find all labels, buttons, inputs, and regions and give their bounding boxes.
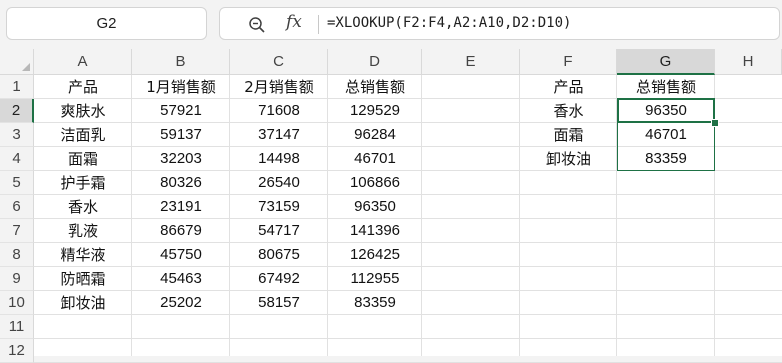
cell-b6[interactable]: 23191 [132, 195, 230, 219]
cell-a2[interactable]: 爽肤水 [34, 99, 132, 123]
formula-separator [318, 15, 319, 34]
cell-c1[interactable]: 2月销售额 [230, 75, 328, 99]
row-header-11[interactable]: 11 [0, 315, 34, 339]
cell-d3[interactable]: 96284 [328, 123, 422, 147]
cell-f2[interactable]: 香水 [520, 99, 617, 123]
cell-b8[interactable]: 45750 [132, 243, 230, 267]
formula-input[interactable]: fx =XLOOKUP(F2:F4,A2:A10,D2:D10) [219, 7, 780, 40]
cell-c10[interactable]: 58157 [230, 291, 328, 315]
column-header-c[interactable]: C [230, 49, 328, 75]
select-all-corner[interactable] [0, 49, 34, 75]
cell-a7[interactable]: 乳液 [34, 219, 132, 243]
spreadsheet-grid: A B C D E F G H 1 2 3 4 5 6 7 8 9 10 11 12 产品 1月销售额 2月销售额 总销售额爽… [0, 49, 782, 363]
cell-a4[interactable]: 面霜 [34, 147, 132, 171]
row-header-5[interactable]: 5 [0, 171, 34, 195]
column-header-f[interactable]: F [520, 49, 617, 75]
column-header-b[interactable]: B [132, 49, 230, 75]
active-cell-border [617, 98, 715, 123]
fill-handle[interactable] [711, 119, 719, 127]
column-header-g[interactable]: G [617, 49, 715, 75]
formula-bar: G2 fx =XLOOKUP(F2:F4,A2:A10,D2:D10) [0, 0, 782, 48]
cell-d9[interactable]: 112955 [328, 267, 422, 291]
cell-b1[interactable]: 1月销售额 [132, 75, 230, 99]
cell-b7[interactable]: 86679 [132, 219, 230, 243]
row-header-10[interactable]: 10 [0, 291, 34, 315]
cell-a3[interactable]: 洁面乳 [34, 123, 132, 147]
cell-d10[interactable]: 83359 [328, 291, 422, 315]
cell-c8[interactable]: 80675 [230, 243, 328, 267]
grid-row-line [34, 338, 782, 339]
row-header-1[interactable]: 1 [0, 75, 34, 99]
row-header-7[interactable]: 7 [0, 219, 34, 243]
cell-d8[interactable]: 126425 [328, 243, 422, 267]
fx-icon[interactable]: fx [286, 12, 302, 32]
cell-a9[interactable]: 防晒霜 [34, 267, 132, 291]
column-header-d[interactable]: D [328, 49, 422, 75]
cell-c2[interactable]: 71608 [230, 99, 328, 123]
row-header-12[interactable]: 12 [0, 339, 34, 363]
cell-b5[interactable]: 80326 [132, 171, 230, 195]
column-header-e[interactable]: E [422, 49, 520, 75]
cell-d6[interactable]: 96350 [328, 195, 422, 219]
zoom-icon[interactable] [248, 16, 266, 34]
cell-b2[interactable]: 57921 [132, 99, 230, 123]
cell-c3[interactable]: 37147 [230, 123, 328, 147]
cell-a8[interactable]: 精华液 [34, 243, 132, 267]
cell-b3[interactable]: 59137 [132, 123, 230, 147]
cell-d5[interactable]: 106866 [328, 171, 422, 195]
cell-c5[interactable]: 26540 [230, 171, 328, 195]
cell-a5[interactable]: 护手霜 [34, 171, 132, 195]
cell-c7[interactable]: 54717 [230, 219, 328, 243]
cell-b9[interactable]: 45463 [132, 267, 230, 291]
cell-c9[interactable]: 67492 [230, 267, 328, 291]
cell-d2[interactable]: 129529 [328, 99, 422, 123]
select-all-icon [22, 63, 30, 71]
cell-a6[interactable]: 香水 [34, 195, 132, 219]
cell-c4[interactable]: 14498 [230, 147, 328, 171]
name-box-value: G2 [96, 15, 117, 32]
column-header-h[interactable]: H [715, 49, 782, 75]
row-header-3[interactable]: 3 [0, 123, 34, 147]
row-header-2[interactable]: 2 [0, 99, 34, 123]
cell-d7[interactable]: 141396 [328, 219, 422, 243]
cell-f1[interactable]: 产品 [520, 75, 617, 99]
cell-a1[interactable]: 产品 [34, 75, 132, 99]
cell-a10[interactable]: 卸妆油 [34, 291, 132, 315]
row-header-9[interactable]: 9 [0, 267, 34, 291]
formula-text[interactable]: =XLOOKUP(F2:F4,A2:A10,D2:D10) [327, 8, 571, 39]
cell-f4[interactable]: 卸妆油 [520, 147, 617, 171]
cell-g1[interactable]: 总销售额 [617, 75, 715, 99]
cell-f3[interactable]: 面霜 [520, 123, 617, 147]
cell-b4[interactable]: 32203 [132, 147, 230, 171]
cell-b10[interactable]: 25202 [132, 291, 230, 315]
row-header-6[interactable]: 6 [0, 195, 34, 219]
column-header-a[interactable]: A [34, 49, 132, 75]
cell-d1[interactable]: 总销售额 [328, 75, 422, 99]
row-header-4[interactable]: 4 [0, 147, 34, 171]
cell-d4[interactable]: 46701 [328, 147, 422, 171]
row-header-8[interactable]: 8 [0, 243, 34, 267]
name-box[interactable]: G2 [6, 7, 207, 40]
cell-c6[interactable]: 73159 [230, 195, 328, 219]
